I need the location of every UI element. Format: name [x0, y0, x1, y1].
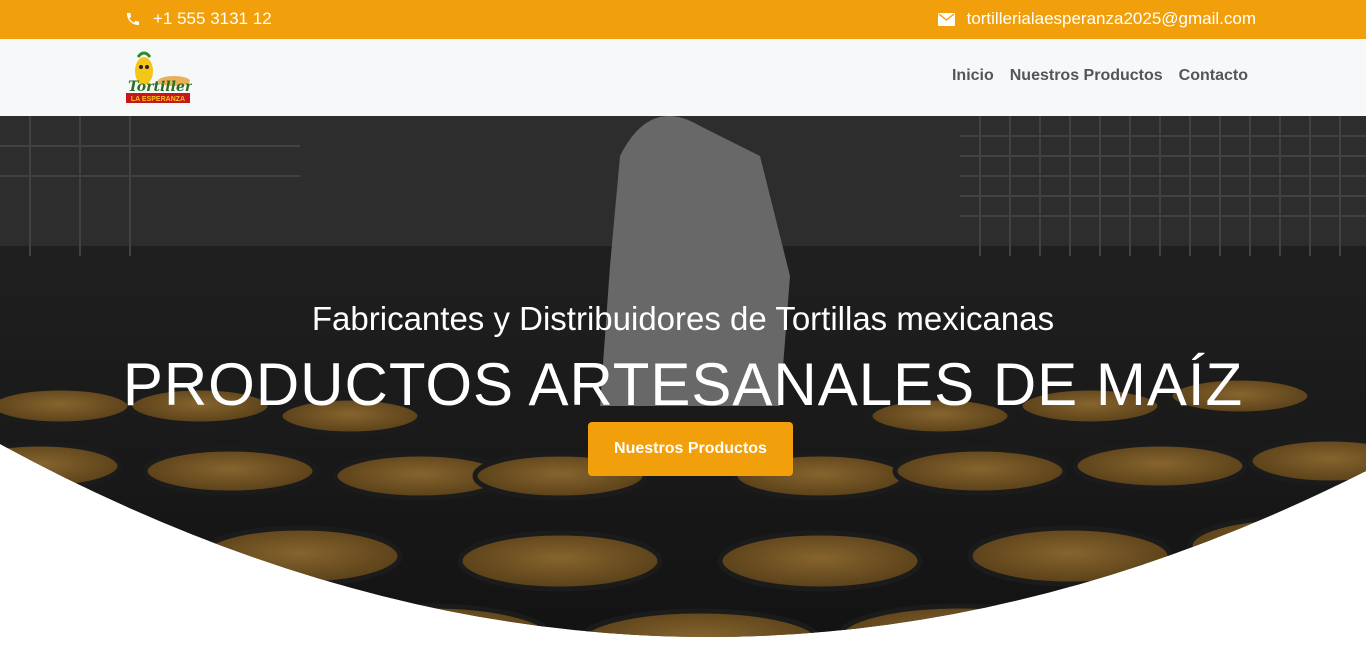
- logo-subtitle: LA ESPERANZA: [131, 96, 185, 103]
- phone-number: +1 555 3131 12: [153, 9, 272, 28]
- hero-section: Fabricantes y Distribuidores de Tortilla…: [0, 116, 1366, 660]
- nav-item-productos[interactable]: Nuestros Productos: [1010, 67, 1163, 85]
- phone-icon: [125, 11, 141, 27]
- main-navbar: Tortillería LA ESPERANZA Inicio Nuestros…: [0, 39, 1366, 116]
- envelope-icon: [937, 12, 955, 26]
- nav-item-contacto[interactable]: Contacto: [1179, 67, 1248, 85]
- nav-item-inicio[interactable]: Inicio: [952, 67, 994, 85]
- email-contact[interactable]: tortillerialaesperanza2025@gmail.com: [937, 9, 1256, 29]
- email-address: tortillerialaesperanza2025@gmail.com: [966, 9, 1256, 28]
- logo-wordmark: Tortillería: [128, 79, 192, 95]
- products-cta-button[interactable]: Nuestros Productos: [588, 422, 793, 476]
- phone-contact[interactable]: +1 555 3131 12: [125, 9, 272, 29]
- hero-subtitle: Fabricantes y Distribuidores de Tortilla…: [311, 300, 1055, 337]
- brand-logo[interactable]: Tortillería LA ESPERANZA: [124, 51, 207, 105]
- primary-nav: Inicio Nuestros Productos Contacto: [952, 67, 1248, 85]
- hero-title: PRODUCTOS ARTESANALES DE MAÍZ: [122, 351, 1244, 418]
- top-contact-bar: +1 555 3131 12 tortillerialaesperanza202…: [0, 0, 1366, 39]
